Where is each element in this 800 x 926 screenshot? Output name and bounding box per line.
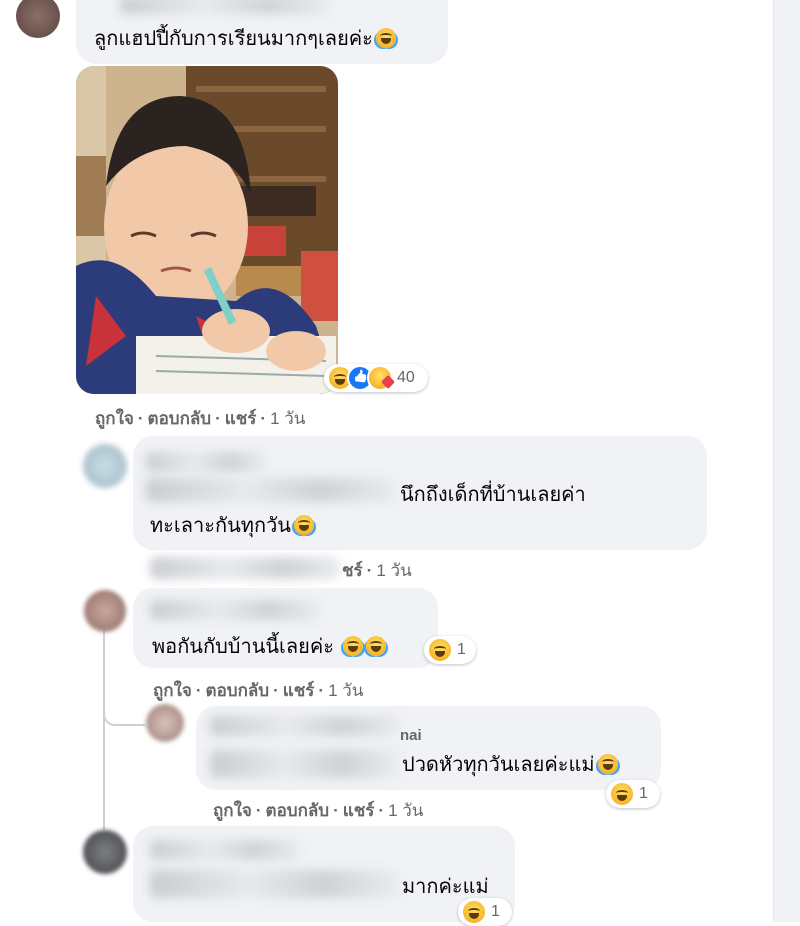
comment-actions: ถูกใจ · ตอบกลับ · แชร์ · 1 วัน xyxy=(153,681,364,700)
reaction-count: 40 xyxy=(397,369,415,386)
like-link[interactable]: ถูกใจ xyxy=(95,409,134,428)
reaction-count: 1 xyxy=(457,641,466,658)
timestamp-link[interactable]: 1 วัน xyxy=(376,561,411,580)
share-link[interactable]: แชร์ xyxy=(225,409,257,428)
timestamp-link[interactable]: 1 วัน xyxy=(388,801,423,820)
comment-text-blurred xyxy=(210,750,398,778)
share-link[interactable]: แชร์ xyxy=(343,801,375,820)
comment-text-line2: ทะเลาะกันทุกวัน xyxy=(150,511,314,541)
commenter-name-blurred[interactable] xyxy=(120,0,330,14)
laughing-tears-emoji-icon xyxy=(365,636,386,656)
comment-text-blurred xyxy=(146,478,396,502)
haha-icon xyxy=(427,637,453,663)
laughing-tears-emoji-icon xyxy=(597,754,618,774)
comment-text-blurred xyxy=(150,870,398,898)
commenter-name-blurred[interactable] xyxy=(150,840,300,860)
comment-actions: ชร์ · 1 วัน xyxy=(342,561,412,580)
reply-link[interactable]: ตอบกลับ xyxy=(206,681,270,700)
commenter-name-blurred[interactable] xyxy=(146,452,266,472)
timestamp-link[interactable]: 1 วัน xyxy=(328,681,363,700)
like-link[interactable]: ถูกใจ xyxy=(213,801,252,820)
commenter-name-blurred[interactable] xyxy=(210,716,400,736)
share-link[interactable]: แชร์ xyxy=(283,681,315,700)
comment-actions-blurred xyxy=(150,557,340,579)
reaction-count: 1 xyxy=(639,785,648,802)
comment-text: ปวดหัวทุกวันเลยค่ะแม่ xyxy=(402,750,618,780)
reaction-count: 1 xyxy=(491,903,500,920)
timestamp-link[interactable]: 1 วัน xyxy=(270,409,305,428)
commenter-name-fragment: nai xyxy=(400,727,422,744)
laughing-tears-emoji-icon xyxy=(375,28,396,48)
boy-writing-image xyxy=(76,66,338,394)
haha-icon xyxy=(609,781,635,807)
avatar[interactable] xyxy=(83,830,127,874)
reply-link[interactable]: ตอบกลับ xyxy=(148,409,212,428)
avatar[interactable] xyxy=(83,444,127,488)
avatar[interactable] xyxy=(146,704,184,742)
laughing-tears-emoji-icon xyxy=(342,636,363,656)
comment-actions: ถูกใจ · ตอบกลับ · แชร์ · 1 วัน xyxy=(95,409,306,428)
comment-photo[interactable] xyxy=(76,66,338,394)
comment-reactions[interactable]: 1 xyxy=(424,636,476,664)
comment-text: พอกันกับบ้านนี้เลยค่ะ xyxy=(152,632,386,662)
page-scroll-rail xyxy=(773,0,800,922)
rofl-emoji-icon xyxy=(293,515,314,535)
reply-connector xyxy=(103,710,145,726)
comment-text: ลูกแฮปปี้กับการเรียนมากๆเลยค่ะ xyxy=(94,24,396,54)
care-icon xyxy=(367,365,393,391)
reply-link[interactable]: ตอบกลับ xyxy=(266,801,330,820)
share-link[interactable]: ชร์ xyxy=(342,561,363,580)
avatar[interactable] xyxy=(84,590,126,632)
comment-text-line1: นึกถึงเด็กที่บ้านเลยค่า xyxy=(400,484,586,506)
like-link[interactable]: ถูกใจ xyxy=(153,681,192,700)
photo-reactions[interactable]: 40 xyxy=(324,364,428,392)
comment-actions: ถูกใจ · ตอบกลับ · แชร์ · 1 วัน xyxy=(213,801,424,820)
comment-reactions[interactable]: 1 xyxy=(606,780,660,808)
reply-thread-line xyxy=(103,630,105,830)
haha-icon xyxy=(461,899,487,925)
commenter-name-blurred[interactable] xyxy=(150,600,320,620)
avatar[interactable] xyxy=(16,0,60,38)
